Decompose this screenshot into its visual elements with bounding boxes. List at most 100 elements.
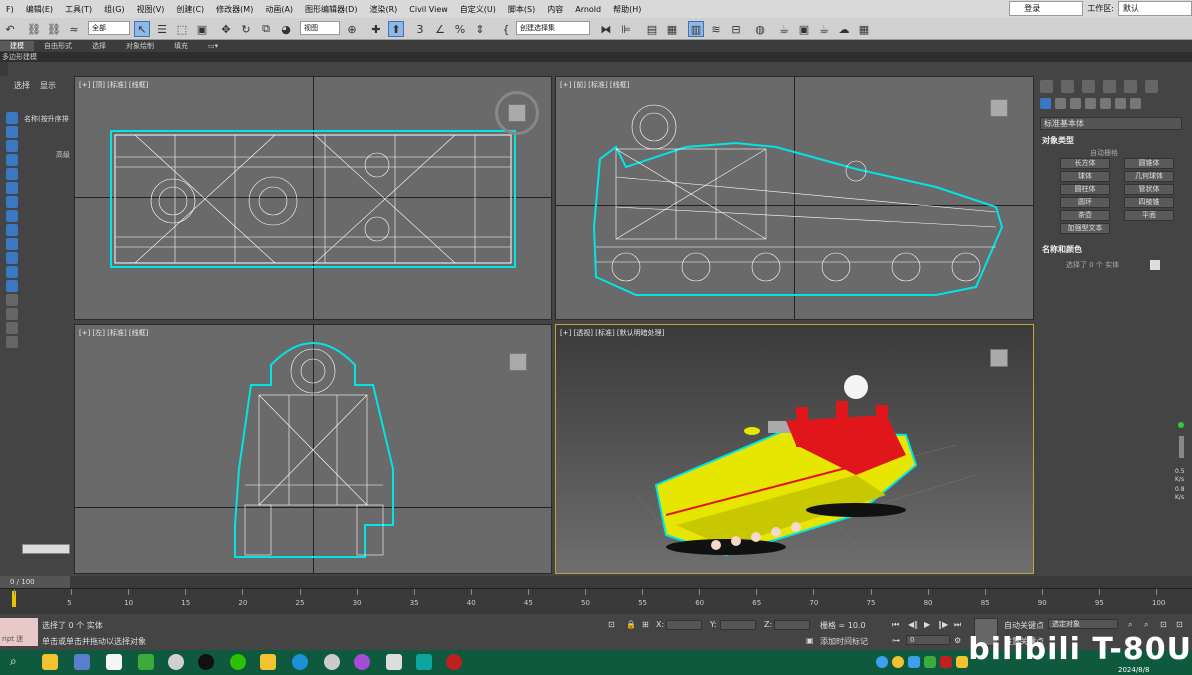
tray-icon-1[interactable] (892, 656, 904, 668)
utilities-tab-icon[interactable] (1145, 80, 1158, 93)
menu-item-file[interactable]: F) (0, 5, 20, 14)
filter-helpers-icon[interactable] (6, 168, 18, 180)
time-config-icon[interactable]: ⚙ (954, 636, 961, 645)
menu-item-edit[interactable]: 编辑(E) (20, 4, 59, 15)
plane-button[interactable]: 平面 (1124, 210, 1174, 221)
layer-icon[interactable] (6, 336, 18, 348)
space-warps-icon[interactable] (1115, 98, 1126, 109)
maxscript-listener[interactable]: ript 迷 (0, 618, 38, 646)
viewcube-top-icon[interactable] (495, 91, 539, 135)
menu-item-customize[interactable]: 自定义(U) (454, 4, 502, 15)
viewcube-face[interactable] (508, 104, 526, 122)
lock-selection-icon[interactable]: 🔒 (626, 620, 636, 629)
render-setup-icon[interactable]: ☕ (776, 21, 792, 37)
scene-horizontal-scrollbar[interactable] (22, 544, 70, 554)
zoom-icon[interactable]: ⌕ (1128, 620, 1132, 630)
hierarchy-tab-icon[interactable] (1082, 80, 1095, 93)
menu-item-animation[interactable]: 动画(A) (259, 4, 299, 15)
app-icon-3[interactable] (138, 654, 154, 670)
move-icon[interactable]: ✥ (218, 21, 234, 37)
play-icon[interactable]: ▶ (924, 620, 930, 629)
key-mode-icon[interactable]: ⊶ (892, 636, 900, 645)
angle-snap-icon[interactable]: ∠ (432, 21, 448, 37)
geosphere-button[interactable]: 几何球体 (1124, 171, 1174, 182)
menu-item-group[interactable]: 组(G) (98, 4, 130, 15)
login-dropdown[interactable]: 登录 (1009, 1, 1084, 16)
rectangular-selection-icon[interactable]: ⬚ (174, 21, 190, 37)
menu-item-views[interactable]: 视图(V) (131, 4, 171, 15)
rendered-frame-window-icon[interactable]: ▣ (796, 21, 812, 37)
filter-shapes-icon[interactable] (6, 126, 18, 138)
viewport-top[interactable]: [+] [顶] [标准] [线框] (74, 76, 552, 320)
viewport-perspective-label[interactable]: [+] [透视] [标准] [默认明暗处理] (560, 328, 664, 338)
viewport-top-label[interactable]: [+] [顶] [标准] [线框] (79, 80, 148, 90)
tray-icon-2[interactable] (908, 656, 920, 668)
display-tab-icon[interactable] (1124, 80, 1137, 93)
auto-key-button[interactable]: 自动关键点 (1004, 620, 1044, 631)
menu-item-graph-editors[interactable]: 图形编辑器(D) (299, 4, 363, 15)
time-slider-counter[interactable]: 0 / 100 (0, 576, 70, 588)
scene-explorer-icon[interactable]: ▥ (688, 21, 704, 37)
filter-bones-icon[interactable] (6, 224, 18, 236)
menu-item-civil-view[interactable]: Civil View (403, 5, 454, 14)
selected-object-dropdown[interactable]: 选定对象 (1048, 619, 1118, 629)
menu-item-tools[interactable]: 工具(T) (59, 4, 98, 15)
next-frame-icon[interactable]: ‖▶ (938, 620, 948, 629)
menu-item-create[interactable]: 创建(C) (170, 4, 210, 15)
pivot-center-icon[interactable]: ⊕ (344, 21, 360, 37)
wechat-icon[interactable] (230, 654, 246, 670)
snaps-toggle-icon[interactable]: 3 (412, 21, 428, 37)
select-manipulate-icon[interactable]: ✚ (368, 21, 384, 37)
modify-tab-icon[interactable] (1061, 80, 1074, 93)
tab-populate[interactable]: 填充 (164, 41, 198, 51)
object-type-rollout[interactable]: 对象类型 (1042, 135, 1074, 146)
tray-icon-3[interactable] (924, 656, 936, 668)
workspace-dropdown[interactable]: 默认 (1118, 1, 1192, 16)
filter-containers-icon[interactable] (6, 238, 18, 250)
align-icon[interactable]: ⊫ (618, 21, 634, 37)
tab-object-paint[interactable]: 对象绘制 (116, 41, 164, 51)
edit-named-selection-icon[interactable]: { (498, 21, 514, 37)
rotate-icon[interactable]: ↻ (238, 21, 254, 37)
systems-icon[interactable] (1130, 98, 1141, 109)
selection-filter-dropdown[interactable]: 全部 (88, 21, 130, 35)
display-children-icon[interactable] (6, 294, 18, 306)
autogrid-checkbox[interactable]: 自动栅格 (1090, 148, 1118, 158)
link-icon[interactable]: ⛓ (26, 21, 42, 37)
add-time-tag-button[interactable]: 添加时间标记 (820, 636, 868, 647)
app-icon-6[interactable] (324, 654, 340, 670)
app-icon-4[interactable] (168, 654, 184, 670)
edge-browser-icon[interactable] (292, 654, 308, 670)
help-tray-icon[interactable] (876, 656, 888, 668)
named-selection-set-dropdown[interactable]: 创建选择集 (516, 21, 590, 35)
select-by-name-icon[interactable]: ☰ (154, 21, 170, 37)
qq-icon[interactable] (198, 654, 214, 670)
isolate-icon[interactable]: ⊡ (608, 620, 615, 629)
geometry-category-dropdown[interactable]: 标准基本体 (1040, 117, 1182, 130)
tab-freeform[interactable]: 自由形式 (34, 41, 82, 51)
zoom-extents-icon[interactable]: ⊡ (1160, 620, 1167, 629)
3ds-max-icon[interactable] (416, 654, 432, 670)
zoom-all-icon[interactable]: ⌕ (1144, 620, 1148, 630)
filter-xrefs-icon[interactable] (6, 210, 18, 222)
app-icon-5[interactable] (260, 654, 276, 670)
x-coordinate-field[interactable] (666, 620, 702, 630)
render-production-icon[interactable]: ☕ (816, 21, 832, 37)
create-tab-icon[interactable] (1040, 80, 1053, 93)
render-viewports-icon[interactable]: ▦ (856, 21, 872, 37)
y-coordinate-field[interactable] (720, 620, 756, 630)
motion-tab-icon[interactable] (1103, 80, 1116, 93)
time-slider[interactable]: 0 / 100 (0, 576, 1192, 588)
time-tag-icon[interactable]: ▣ (806, 636, 814, 645)
object-color-swatch[interactable] (1150, 260, 1160, 270)
render-in-cloud-icon[interactable]: ☁ (836, 21, 852, 37)
viewcube-perspective-icon[interactable] (990, 349, 1008, 367)
viewport-perspective[interactable]: [+] [透视] [标准] [默认明暗处理] (555, 324, 1034, 574)
app-icon-1[interactable] (74, 654, 90, 670)
cameras-icon[interactable] (1085, 98, 1096, 109)
spinner-snap-icon[interactable]: ⇕ (472, 21, 488, 37)
filter-geometry-icon[interactable] (6, 112, 18, 124)
filter-hidden-icon[interactable] (6, 266, 18, 278)
select-object-icon[interactable]: ↖ (134, 21, 150, 37)
cone-button[interactable]: 圆锥体 (1124, 158, 1174, 169)
